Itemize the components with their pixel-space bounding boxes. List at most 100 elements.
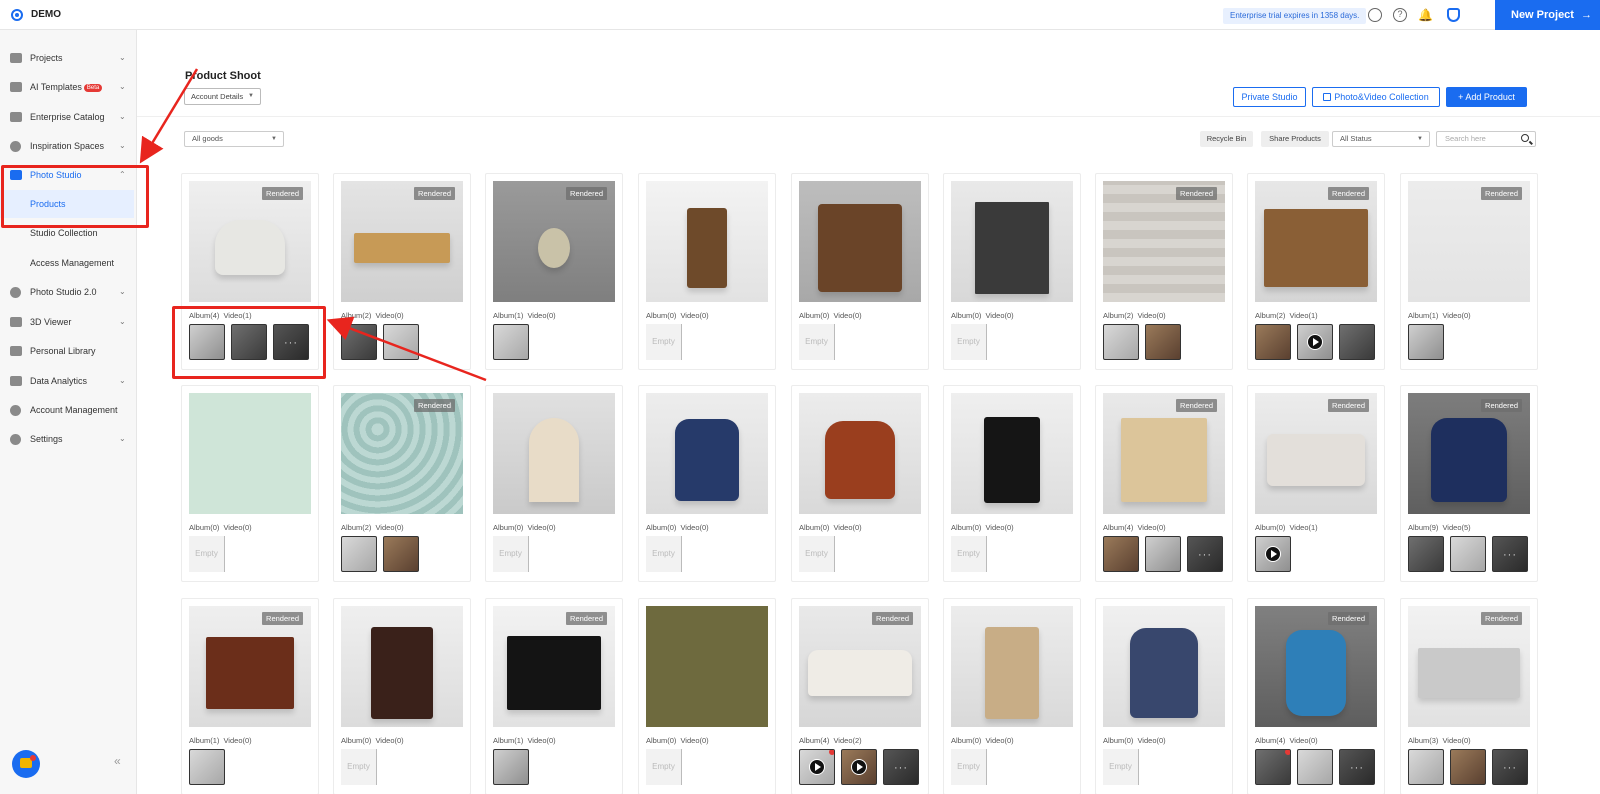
product-card-blue-armchair[interactable]: Album(0) Video(0) Empty [638, 385, 776, 582]
photo-thumbnail[interactable] [1255, 749, 1291, 785]
product-card-mint-wall[interactable]: Album(0) Video(0) Empty [181, 385, 319, 582]
more-thumbnail[interactable]: ··· [1492, 536, 1528, 572]
photo-thumbnail[interactable] [1145, 536, 1181, 572]
product-card-white-armchair[interactable]: Rendered Album(4) Video(1) ··· [181, 173, 319, 370]
product-card-wood-chair[interactable]: Album(0) Video(0) Empty [638, 173, 776, 370]
sidebar-item-account-management[interactable]: Account Management [0, 396, 137, 424]
sidebar-item-photo-studio[interactable]: Photo Studio ⌃ [0, 161, 137, 189]
product-card-navy-recliner[interactable]: Album(0) Video(0) Empty [1095, 598, 1233, 794]
more-thumbnail[interactable]: ··· [1187, 536, 1223, 572]
shield-icon[interactable] [1447, 8, 1460, 22]
photo-thumbnail[interactable] [383, 536, 419, 572]
product-card-glass-desk[interactable]: Rendered Album(3) Video(0) ··· [1400, 598, 1538, 794]
photo-thumbnail[interactable] [189, 749, 225, 785]
product-card-upholstered-bed[interactable]: Rendered Album(0) Video(1) [1247, 385, 1385, 582]
sidebar-subitem-studio-collection[interactable]: Studio Collection [0, 219, 137, 247]
photo-thumbnail[interactable] [383, 324, 419, 360]
sidebar-subitem-products[interactable]: Products [0, 190, 134, 218]
product-image[interactable]: Rendered [1103, 393, 1225, 514]
product-image[interactable]: Rendered [1255, 393, 1377, 514]
video-thumbnail[interactable] [841, 749, 877, 785]
product-image[interactable]: Rendered [1103, 181, 1225, 302]
product-image[interactable]: Rendered [189, 181, 311, 302]
photo-thumbnail[interactable] [1408, 749, 1444, 785]
bell-icon[interactable]: 🔔 [1418, 8, 1433, 22]
photo-thumbnail[interactable] [1255, 324, 1291, 360]
add-product-button[interactable]: + Add Product [1446, 87, 1527, 107]
product-image[interactable] [799, 181, 921, 302]
product-card-pattern-wallpaper[interactable]: Rendered Album(2) Video(0) [333, 385, 471, 582]
product-card-wood-console-table[interactable]: Rendered Album(4) Video(0) ··· [1095, 385, 1233, 582]
product-image[interactable]: Rendered [341, 181, 463, 302]
photo-thumbnail[interactable] [1408, 324, 1444, 360]
product-image[interactable]: Rendered [493, 606, 615, 727]
status-filter-select[interactable]: All Status ▼ [1332, 131, 1430, 147]
product-image[interactable]: Rendered [1408, 181, 1530, 302]
product-image[interactable] [341, 606, 463, 727]
more-thumbnail[interactable]: ··· [1492, 749, 1528, 785]
sidebar-item-projects[interactable]: Projects ⌄ [0, 44, 137, 72]
product-card-mahogany-desk[interactable]: Rendered Album(1) Video(0) [181, 598, 319, 794]
photo-thumbnail[interactable] [493, 749, 529, 785]
product-image[interactable] [646, 181, 768, 302]
product-card-olive-fabric[interactable]: Album(0) Video(0) Empty [638, 598, 776, 794]
photo-thumbnail[interactable] [189, 324, 225, 360]
photo-thumbnail[interactable] [341, 324, 377, 360]
product-image[interactable] [1103, 606, 1225, 727]
search-icon[interactable] [1521, 134, 1529, 142]
help-icon[interactable]: ? [1393, 8, 1407, 22]
product-card-wall-backdrop[interactable]: Rendered Album(1) Video(0) [1400, 173, 1538, 370]
sidebar-item-personal-library[interactable]: Personal Library [0, 337, 137, 365]
private-studio-button[interactable]: Private Studio [1233, 87, 1306, 107]
product-image[interactable] [189, 393, 311, 514]
more-thumbnail[interactable]: ··· [883, 749, 919, 785]
sidebar-item-3d-viewer[interactable]: 3D Viewer ⌄ [0, 308, 137, 336]
video-thumbnail[interactable] [799, 749, 835, 785]
globe-icon[interactable] [1368, 8, 1382, 22]
product-image[interactable]: Rendered [493, 181, 615, 302]
video-thumbnail[interactable] [1297, 324, 1333, 360]
product-card-teepee-tent[interactable]: Album(0) Video(0) Empty [485, 385, 623, 582]
product-card-wood-coffee-table[interactable]: Rendered Album(2) Video(0) [333, 173, 471, 370]
product-card-glass-wall-sconce[interactable]: Rendered Album(1) Video(0) [485, 173, 623, 370]
photo-thumbnail[interactable] [493, 324, 529, 360]
recycle-bin-button[interactable]: Recycle Bin [1200, 131, 1253, 147]
photo-thumbnail[interactable] [1103, 324, 1139, 360]
product-image[interactable]: Rendered [189, 606, 311, 727]
goods-filter-select[interactable]: All goods ▼ [184, 131, 284, 147]
product-image[interactable] [646, 393, 768, 514]
product-image[interactable]: Rendered [1255, 606, 1377, 727]
sidebar-item-ai-templates[interactable]: AI Templates Beta ⌄ [0, 73, 137, 101]
product-image[interactable]: Rendered [1408, 606, 1530, 727]
account-details-select[interactable]: Account Details ▼ [184, 88, 261, 105]
product-card-metal-shelf[interactable]: Album(0) Video(0) Empty [943, 173, 1081, 370]
product-card-wood-panel[interactable]: Rendered Album(2) Video(0) [1095, 173, 1233, 370]
product-image[interactable] [646, 606, 768, 727]
product-card-leather-armchair[interactable]: Album(0) Video(0) Empty [791, 385, 929, 582]
product-card-navy-armchair[interactable]: Rendered Album(9) Video(5) ··· [1400, 385, 1538, 582]
photo-thumbnail[interactable] [1339, 324, 1375, 360]
sidebar-subitem-access-management[interactable]: Access Management [0, 249, 137, 277]
product-image[interactable] [951, 606, 1073, 727]
photo-video-collection-button[interactable]: Photo&Video Collection [1312, 87, 1440, 107]
photo-thumbnail[interactable] [341, 536, 377, 572]
more-thumbnail[interactable]: ··· [1339, 749, 1375, 785]
photo-thumbnail[interactable] [1297, 749, 1333, 785]
product-card-black-nightstand[interactable]: Album(0) Video(0) Empty [943, 385, 1081, 582]
product-image[interactable]: Rendered [1408, 393, 1530, 514]
sidebar-item-inspiration-spaces[interactable]: Inspiration Spaces ⌄ [0, 132, 137, 160]
share-products-button[interactable]: Share Products [1261, 131, 1329, 147]
photo-thumbnail[interactable] [1408, 536, 1444, 572]
product-card-dark-nightstand[interactable]: Album(0) Video(0) Empty [333, 598, 471, 794]
logo-icon[interactable] [11, 9, 23, 21]
sidebar-item-settings[interactable]: Settings ⌄ [0, 425, 137, 453]
photo-thumbnail[interactable] [1450, 536, 1486, 572]
product-image[interactable] [493, 393, 615, 514]
video-thumbnail[interactable] [1255, 536, 1291, 572]
product-card-tv-console[interactable]: Rendered Album(2) Video(1) [1247, 173, 1385, 370]
chat-support-button[interactable] [12, 750, 40, 778]
sidebar-item-data-analytics[interactable]: Data Analytics ⌄ [0, 367, 137, 395]
product-image[interactable]: Rendered [1255, 181, 1377, 302]
product-card-drawer-nightstand[interactable]: Album(0) Video(0) Empty [943, 598, 1081, 794]
product-image[interactable] [799, 393, 921, 514]
